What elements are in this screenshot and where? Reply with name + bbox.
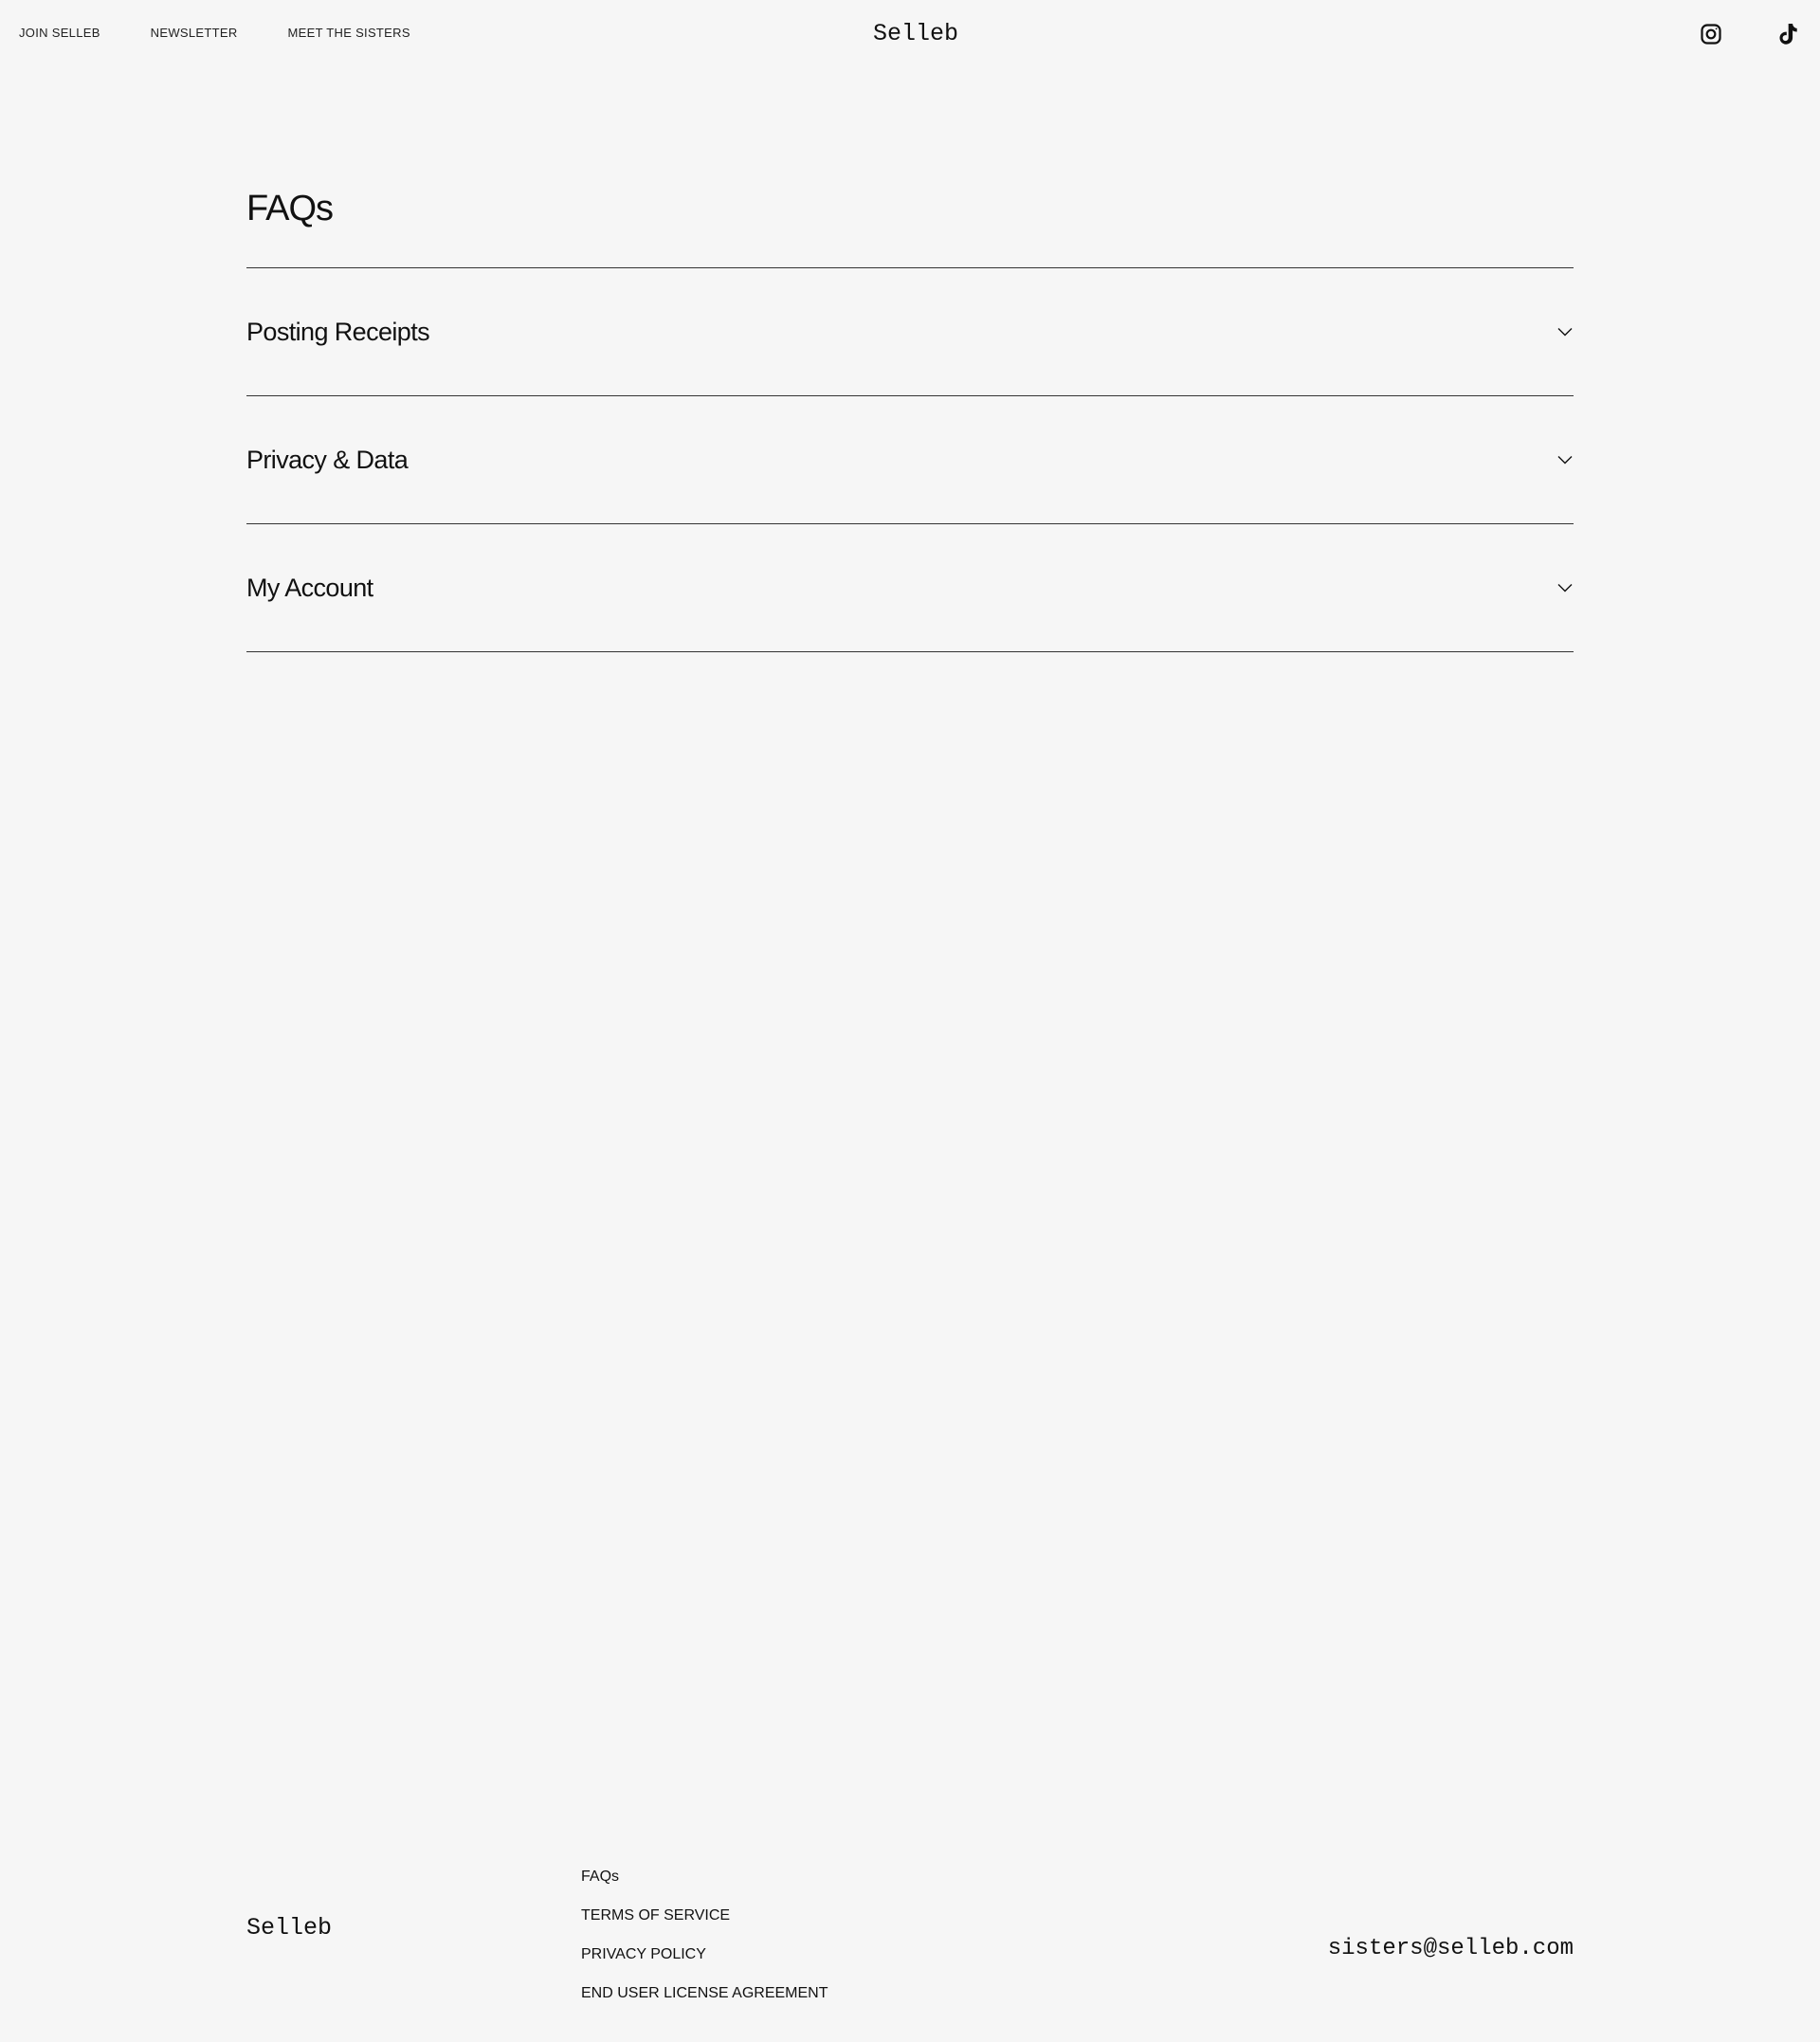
faq-section-label: Posting Receipts — [246, 317, 430, 346]
footer-link-terms-of-service[interactable]: TERMS OF SERVICE — [581, 1896, 828, 1935]
nav-link-join-selleb[interactable]: JOIN SELLEB — [19, 25, 100, 42]
chevron-down-icon[interactable] — [1556, 451, 1574, 468]
footer-nav: FAQs TERMS OF SERVICE PRIVACY POLICY END… — [581, 1857, 828, 2013]
primary-nav: JOIN SELLEB NEWSLETTER MEET THE SISTERS — [19, 25, 461, 42]
footer-link-faqs[interactable]: FAQs — [581, 1857, 828, 1896]
footer-link-privacy-policy[interactable]: PRIVACY POLICY — [581, 1935, 828, 1974]
faq-section-label: My Account — [246, 573, 373, 602]
footer-brand-logo[interactable]: Selleb — [246, 1913, 332, 1943]
page-title: FAQs — [246, 189, 334, 228]
faq-accordion: Posting Receipts Privacy & Data My Accou… — [246, 267, 1574, 652]
instagram-icon[interactable] — [1698, 21, 1724, 47]
faq-section-posting-receipts[interactable]: Posting Receipts — [246, 268, 1574, 396]
chevron-down-icon[interactable] — [1556, 323, 1574, 340]
nav-link-newsletter[interactable]: NEWSLETTER — [151, 25, 238, 42]
faq-section-label: Privacy & Data — [246, 445, 409, 474]
faq-main: FAQs Posting Receipts Privacy & Data My … — [246, 180, 1574, 652]
footer-email-link[interactable]: sisters@selleb.com — [1328, 1934, 1574, 1964]
brand-logo[interactable]: Selleb — [873, 19, 958, 49]
tiktok-icon[interactable] — [1775, 21, 1802, 47]
nav-link-meet-the-sisters[interactable]: MEET THE SISTERS — [288, 25, 410, 42]
faq-section-privacy-data[interactable]: Privacy & Data — [246, 396, 1574, 524]
faq-section-my-account[interactable]: My Account — [246, 524, 1574, 652]
top-navigation-bar: JOIN SELLEB NEWSLETTER MEET THE SISTERS … — [0, 0, 1820, 68]
footer-link-eula[interactable]: END USER LICENSE AGREEMENT — [581, 1974, 828, 2013]
chevron-down-icon[interactable] — [1556, 579, 1574, 596]
